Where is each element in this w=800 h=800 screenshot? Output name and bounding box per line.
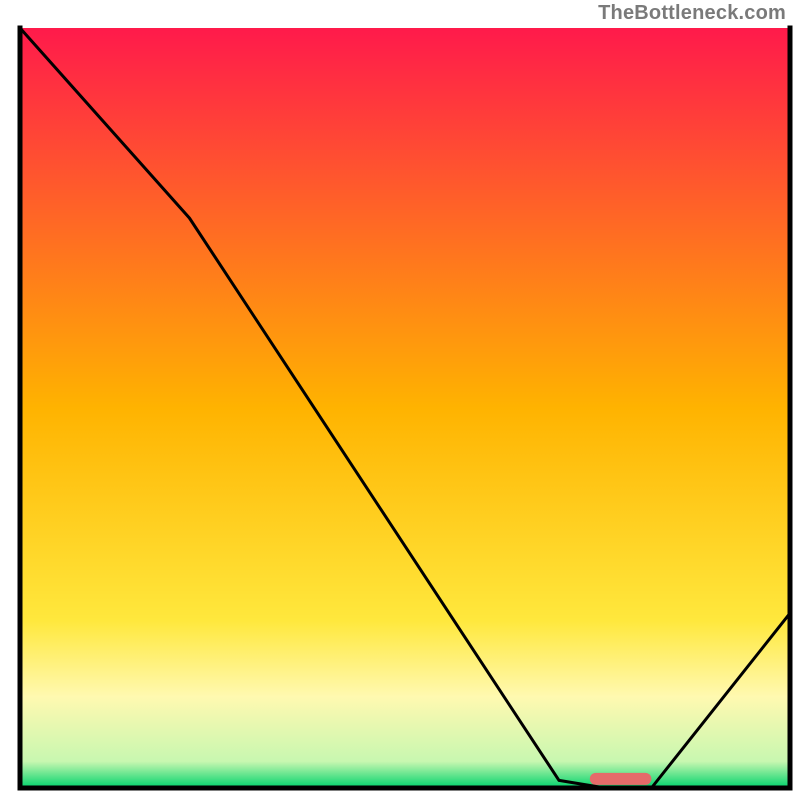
bottleneck-chart [0, 0, 800, 800]
chart-container: TheBottleneck.com [0, 0, 800, 800]
plot-area [20, 28, 790, 788]
gradient-background [20, 28, 790, 788]
optimal-range-marker [590, 773, 652, 785]
